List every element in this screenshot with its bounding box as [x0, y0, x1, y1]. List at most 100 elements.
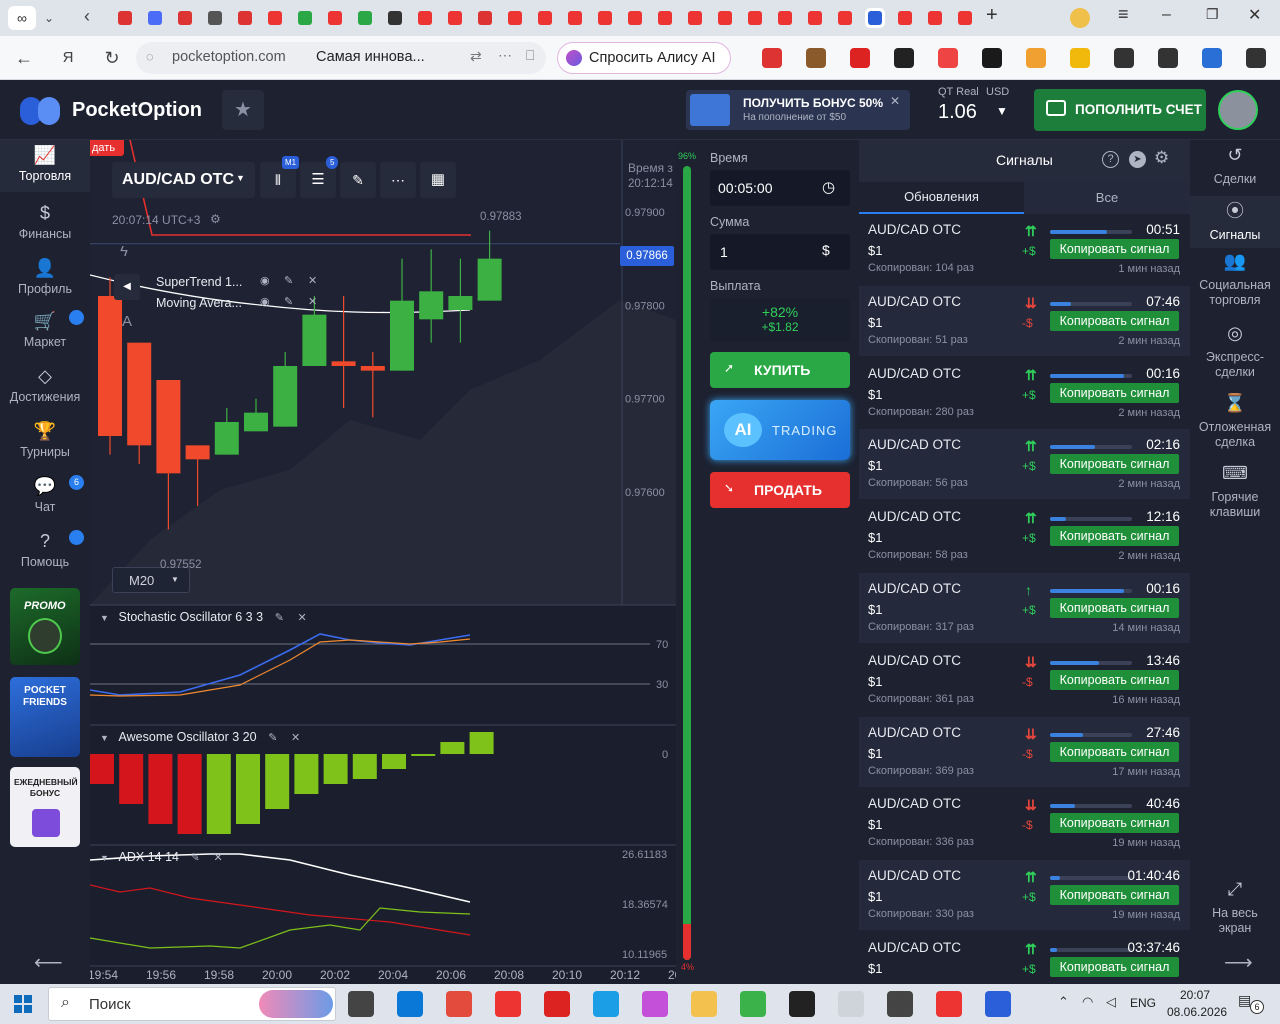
browser-tab[interactable] [955, 8, 975, 28]
bonus-banner[interactable]: ПОЛУЧИТЬ БОНУС 50% На пополнение от $50 … [686, 90, 910, 130]
avatar[interactable] [1218, 90, 1258, 130]
eye-icon[interactable]: ◉ [260, 274, 270, 287]
extension-icon[interactable] [894, 48, 914, 68]
taskbar-app-icon[interactable] [348, 991, 374, 1017]
browser-tab[interactable] [865, 8, 885, 28]
clock-icon[interactable]: ◷ [822, 178, 835, 196]
windows-start-icon[interactable] [14, 995, 32, 1013]
right-nav-item-6[interactable]: ⌨ Горячие клавиши [1190, 464, 1280, 520]
extension-icon[interactable] [762, 48, 782, 68]
indicator-supertrend[interactable]: SuperTrend 1... ◉ ✎ ✕ [156, 274, 326, 292]
browser-tab[interactable] [505, 8, 525, 28]
browser-tab[interactable] [355, 8, 375, 28]
tab-back-icon[interactable]: ‹ [84, 6, 90, 27]
more-icon[interactable]: ⋯ [498, 47, 512, 64]
close-icon[interactable]: ✕ [213, 852, 222, 864]
extension-icon[interactable] [1026, 48, 1046, 68]
copy-signal-button[interactable]: Копировать сигнал [1050, 598, 1179, 618]
copy-signal-button[interactable]: Копировать сигнал [1050, 454, 1179, 475]
copy-signal-button[interactable]: Копировать сигнал [1050, 526, 1179, 547]
bookmark-icon[interactable]: ⎕ [526, 47, 534, 64]
browser-tab[interactable] [235, 8, 255, 28]
amount-input[interactable]: 1 $ [710, 234, 850, 270]
browser-tab[interactable] [805, 8, 825, 28]
copy-signal-button[interactable]: Копировать сигнал [1050, 669, 1179, 690]
alice-button[interactable]: Спросить Алису AI [557, 42, 731, 74]
taskbar-app-icon[interactable] [691, 991, 717, 1017]
extension-icon[interactable] [850, 48, 870, 68]
browser-tab[interactable] [925, 8, 945, 28]
extension-icon[interactable] [806, 48, 826, 68]
gear-icon[interactable]: ⚙ [1154, 148, 1169, 168]
collapse-indicators-button[interactable]: ◀ [114, 274, 140, 300]
copy-signal-button[interactable]: Копировать сигнал [1050, 310, 1179, 331]
fullscreen-button[interactable]: ⤢ На весь экран [1190, 880, 1280, 936]
pair-selector[interactable]: AUD/CAD OTC ▼ [112, 162, 255, 198]
deposit-button[interactable]: ПОПОЛНИТЬ СЧЕТ [1034, 89, 1206, 131]
logo[interactable]: PocketOption [20, 95, 210, 127]
wifi-icon[interactable]: ◠ [1082, 994, 1093, 1010]
indicator-moving-average[interactable]: Moving Avera... ◉ ✎ ✕ [156, 295, 326, 313]
taskbar-app-icon[interactable] [838, 991, 864, 1017]
chart-area[interactable]: 0.97900 0.97800 0.97700 0.97600 70 30 0 26.6118… [90, 140, 676, 984]
text-tool-icon[interactable]: A [122, 313, 132, 330]
time-input[interactable]: 00:05:00 ◷ [710, 170, 850, 206]
browser-menu-icon[interactable]: ≡ [1118, 4, 1129, 25]
translate-icon[interactable]: ⇄ [470, 48, 482, 65]
browser-tab[interactable] [715, 8, 735, 28]
browser-tab[interactable] [595, 8, 615, 28]
browser-tab[interactable] [415, 8, 435, 28]
collapse-icon[interactable]: ▼ [100, 613, 109, 623]
restore-button[interactable]: ❐ [1206, 6, 1219, 23]
sell-button[interactable]: ➘ ПРОДАТЬ [710, 472, 850, 508]
right-nav-item-2[interactable]: ⦿ Сигналы [1190, 202, 1280, 243]
left-nav-item-1[interactable]: 📈 Торговля [0, 144, 90, 183]
browser-tab[interactable] [535, 8, 555, 28]
minimize-button[interactable]: – [1162, 6, 1171, 24]
left-nav-item-5[interactable]: ◇ Достижения [0, 365, 90, 404]
adx-header[interactable]: ▼ ADX 14 14 ✎ ✕ [100, 849, 223, 865]
taskbar-app-icon[interactable] [740, 991, 766, 1017]
volume-icon[interactable]: ◁ [1106, 994, 1116, 1010]
tabs-dropdown-icon[interactable]: ⌄ [44, 6, 64, 30]
right-nav-item-1[interactable]: ↺ Сделки [1190, 146, 1280, 187]
taskbar-app-icon[interactable] [446, 991, 472, 1017]
dollar-circle-icon[interactable]: $ [822, 242, 830, 258]
browser-tab[interactable] [175, 8, 195, 28]
edit-icon[interactable]: ✎ [284, 274, 293, 287]
taskbar-app-icon[interactable] [397, 991, 423, 1017]
chart-type-button[interactable]: ⫴ M1 [260, 156, 300, 198]
bonus-close-icon[interactable]: ✕ [890, 94, 900, 108]
help-icon[interactable]: ? [1102, 151, 1119, 168]
extension-icon[interactable] [1202, 48, 1222, 68]
browser-tab[interactable] [835, 8, 855, 28]
browser-tab[interactable] [325, 8, 345, 28]
collapse-icon[interactable]: ▼ [100, 853, 109, 863]
line-tool-button[interactable]: ⋯ [380, 162, 416, 198]
layout-grid-button[interactable]: ▦ [420, 162, 456, 198]
copy-signal-button[interactable]: Копировать сигнал [1050, 813, 1179, 834]
browser-tab[interactable] [475, 8, 495, 28]
stoch-header[interactable]: ▼ Stochastic Oscillator 6 3 3 ✎ ✕ [100, 609, 307, 625]
tab-updates[interactable]: Обновления [859, 182, 1024, 214]
taskbar-app-icon[interactable] [887, 991, 913, 1017]
profile-icon[interactable] [1070, 8, 1090, 28]
new-tab-button[interactable]: + [986, 4, 998, 27]
right-nav-item-3[interactable]: 👥 Социальная торговля [1190, 252, 1280, 308]
browser-tab[interactable] [655, 8, 675, 28]
right-nav-item-4[interactable]: ◎ Экспресс-сделки [1190, 324, 1280, 380]
extension-icon[interactable] [1070, 48, 1090, 68]
language-indicator[interactable]: ENG [1130, 996, 1156, 1010]
copy-signal-button[interactable]: Копировать сигнал [1050, 382, 1179, 403]
browser-tab[interactable] [745, 8, 765, 28]
tray-chevron-icon[interactable]: ⌃ [1058, 994, 1069, 1010]
browser-tab[interactable] [895, 8, 915, 28]
edit-icon[interactable]: ✎ [268, 732, 277, 744]
browser-tab[interactable] [115, 8, 135, 28]
tab-all[interactable]: Все [1024, 182, 1190, 214]
close-icon[interactable]: ✕ [291, 732, 300, 744]
browser-tab[interactable] [265, 8, 285, 28]
clock-date[interactable]: 08.06.2026 [1167, 1005, 1227, 1019]
browser-tab[interactable] [295, 8, 315, 28]
left-nav-item-2[interactable]: $ Финансы [0, 202, 90, 241]
